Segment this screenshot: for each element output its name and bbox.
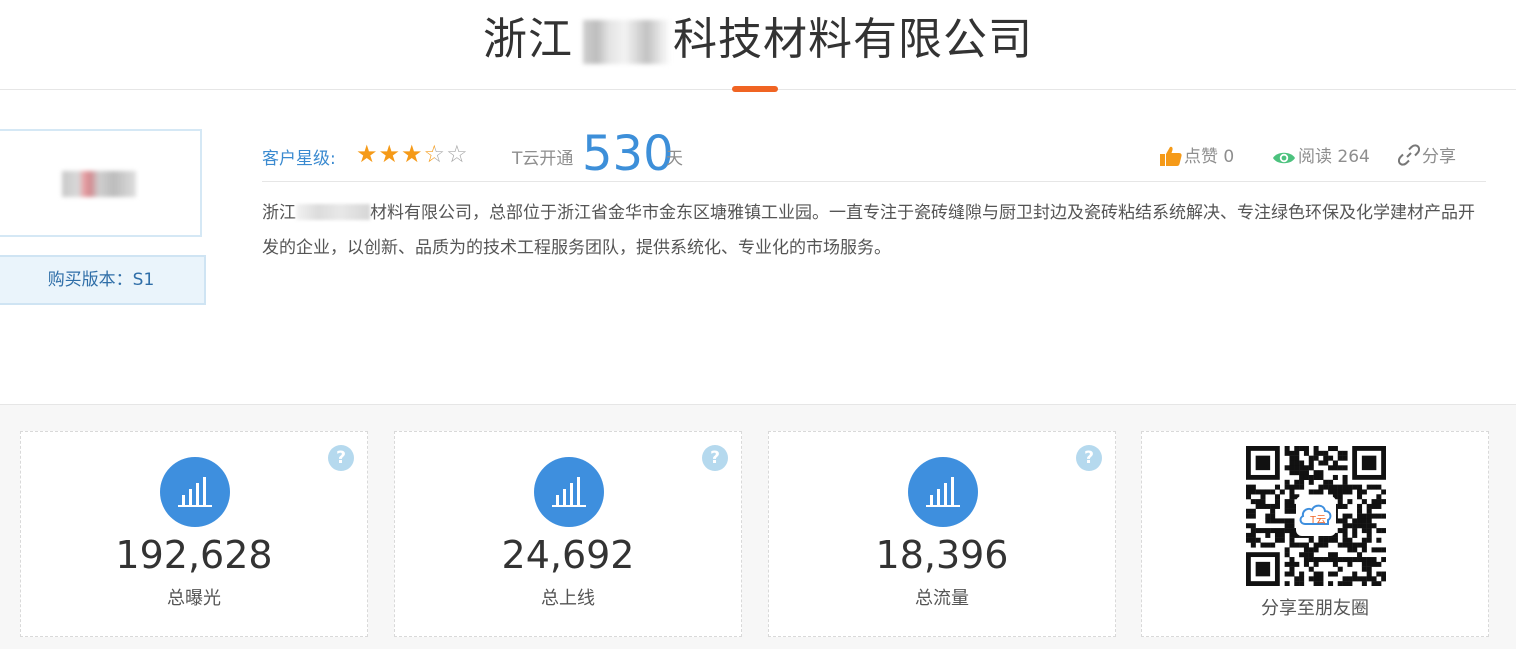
- star-half-icon: ☆: [423, 140, 447, 168]
- cloud-open-unit: 天: [666, 149, 683, 169]
- stat-label: 总流量: [915, 588, 969, 609]
- like-count: 点赞 0: [1184, 147, 1235, 167]
- bar-chart-icon: [160, 457, 230, 527]
- star-empty-icon: ☆: [446, 140, 469, 168]
- logo-redacted-blur: [62, 171, 136, 197]
- star-filled-icon: ★: [356, 140, 379, 168]
- info-divider: [262, 181, 1486, 182]
- star-filled-icon: ★: [378, 140, 402, 168]
- share-button[interactable]: 分享: [1397, 142, 1456, 167]
- read-count-text: 阅读 264: [1298, 147, 1370, 167]
- cloud-open-label: T云开通: [512, 149, 574, 169]
- cloud-open-days: 530: [582, 126, 674, 182]
- qr-share-label: 分享至朋友圈: [1261, 598, 1369, 619]
- help-icon[interactable]: ?: [328, 445, 354, 471]
- stat-card-exposure: ? 192,628 总曝光: [20, 431, 368, 637]
- rating-label: 客户星级:: [262, 149, 336, 169]
- stat-value: 18,396: [875, 533, 1009, 577]
- bar-chart-icon: [908, 457, 978, 527]
- help-icon[interactable]: ?: [702, 445, 728, 471]
- title-redacted-blur: [575, 20, 671, 64]
- description-prefix: 浙江: [262, 203, 296, 223]
- stat-label: 总上线: [541, 588, 595, 609]
- qr-code[interactable]: T云: [1246, 446, 1387, 587]
- like-button[interactable]: 点赞 0: [1160, 142, 1234, 167]
- stats-area: ? 192,628 总曝光 ? 24,692 总上线 ? 18,396 总流量 …: [0, 404, 1516, 649]
- title-accent-bar: [732, 86, 778, 92]
- info-row: 客户星级: ★★★☆☆ T云开通 530 天 点赞 0 阅读 264 分享: [262, 128, 1486, 180]
- qr-logo-text: T云: [1310, 515, 1326, 526]
- star-filled-icon: ★: [401, 140, 424, 168]
- stat-value: 192,628: [115, 533, 273, 577]
- description-suffix: 材料有限公司，总部位于浙江省金华市金东区塘雅镇工业园。一直专注于瓷砖缝隙与厨卫封…: [262, 203, 1475, 258]
- cloud-icon: T云: [1299, 504, 1332, 526]
- help-icon[interactable]: ?: [1076, 445, 1102, 471]
- rating-stars: ★★★☆☆: [356, 140, 469, 168]
- company-logo: [0, 129, 202, 237]
- qr-share-card: T云 分享至朋友圈: [1141, 431, 1489, 637]
- page-title: 浙江 科技材料有限公司: [0, 8, 1516, 72]
- stat-card-traffic: ? 18,396 总流量: [768, 431, 1116, 637]
- title-prefix: 浙江: [483, 14, 573, 65]
- stat-label: 总曝光: [167, 588, 221, 609]
- description-redacted-blur: [296, 204, 370, 220]
- stat-value: 24,692: [501, 533, 635, 577]
- eye-icon: [1273, 152, 1295, 164]
- bar-chart-icon: [534, 457, 604, 527]
- link-icon: [1397, 144, 1421, 166]
- company-description: 浙江 材料有限公司，总部位于浙江省金华市金东区塘雅镇工业园。一直专注于瓷砖缝隙与厨…: [262, 196, 1486, 266]
- version-badge: 购买版本：S1: [0, 255, 206, 305]
- title-suffix: 科技材料有限公司: [673, 14, 1033, 65]
- share-label: 分享: [1422, 147, 1456, 167]
- stat-card-online: ? 24,692 总上线: [394, 431, 742, 637]
- read-count: 阅读 264: [1272, 142, 1370, 167]
- thumbs-up-icon: [1160, 146, 1182, 166]
- qr-logo: T云: [1296, 496, 1336, 536]
